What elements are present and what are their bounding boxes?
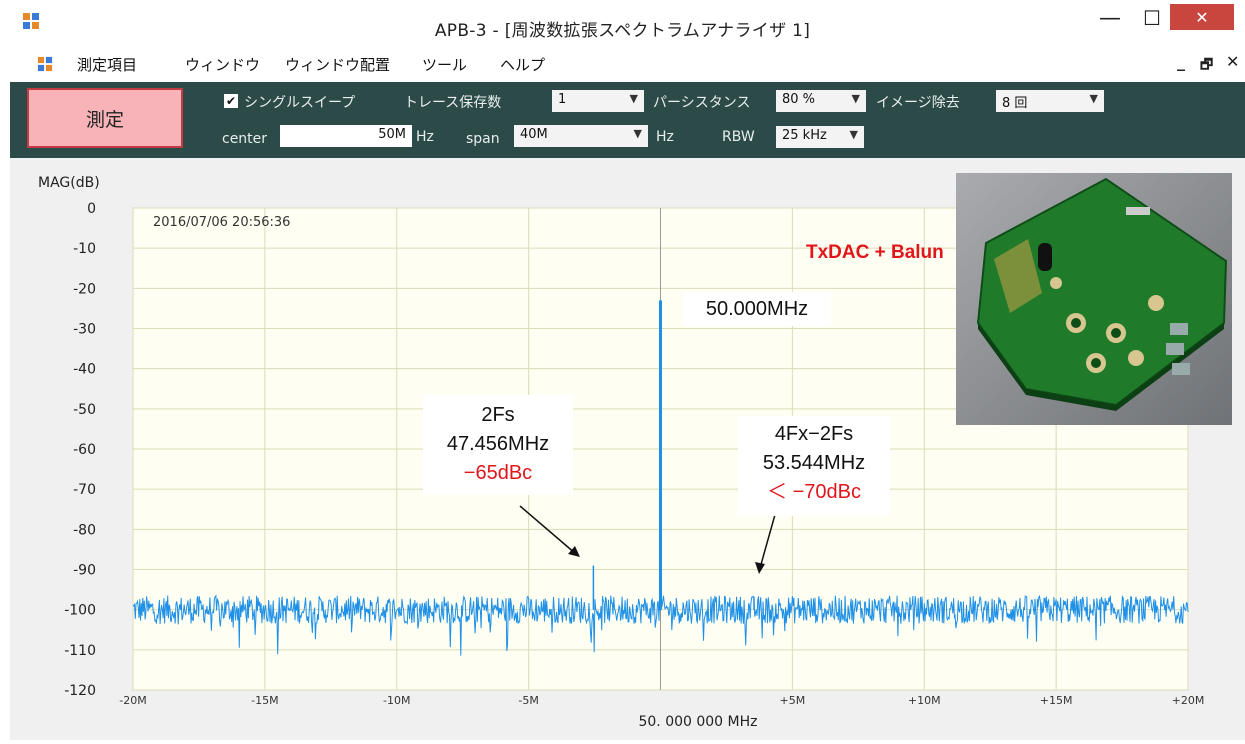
trace-save-label: トレース保存数 [404,95,502,111]
chevron-down-icon: ▼ [849,128,858,141]
y-tick-label: -20 [73,281,96,297]
y-tick-label: -50 [73,402,96,418]
menu-tools[interactable]: ツール [422,54,467,75]
maximize-button[interactable]: ☐ [1132,4,1172,32]
rbw-value: 25 kHz [782,128,827,143]
mdi-minimize-button[interactable]: _ [1177,52,1185,71]
timestamp-label: 2016/07/06 20:56:36 [153,215,290,230]
menu-help[interactable]: ヘルプ [500,54,545,75]
x-tick-label: +15M [1040,694,1073,707]
chevron-down-icon: ▼ [629,92,638,105]
center-input[interactable]: 50M [280,125,412,147]
x-tick-label: -15M [251,694,278,707]
span-value: 40M [520,127,548,142]
center-value: 50M [378,127,406,142]
trace-save-value: 1 [558,92,567,107]
single-sweep-checkbox[interactable]: ✔ [224,94,238,108]
spur2-level: ＜ −70dBc [767,481,861,503]
y-tick-label: -110 [64,643,96,659]
y-tick-label: -70 [73,482,96,498]
menu-window[interactable]: ウィンドウ [185,54,260,75]
span-label: span [466,131,500,147]
window-title: APB-3 - [周波数拡張スペクトラムアナライザ 1] [434,21,811,41]
y-tick-label: -30 [73,322,96,338]
persistence-select[interactable]: 80 % ▼ [776,90,866,112]
mdi-close-button[interactable]: ✕ [1226,52,1239,71]
y-tick-label: -100 [64,603,96,619]
image-reject-select[interactable]: 8 回 ▼ [996,90,1104,112]
spur2-name: 4Fx−2Fs [774,423,854,445]
x-tick-label: -5M [518,694,538,707]
image-reject-label: イメージ除去 [876,95,960,111]
spur1-level: −65dBc [463,462,533,484]
x-tick-label: -10M [383,694,410,707]
x-tick-label: +10M [908,694,941,707]
close-button[interactable]: ✕ [1170,4,1234,30]
chevron-down-icon: ▼ [851,92,860,105]
trace-save-select[interactable]: 1 ▼ [552,90,644,112]
spur1-annotation: 2Fs 47.456MHz −65dBc [423,395,573,495]
measurement-toolbar: 測定 ✔ シングルスイープ トレース保存数 1 ▼ パーシスタンス 80 % ▼… [10,82,1245,158]
x-tick-label: +20M [1172,694,1205,707]
y-tick-label: -80 [73,522,96,538]
carrier-annotation: 50.000MHz [683,292,831,326]
title-bar: APB-3 - [周波数拡張スペクトラムアナライザ 1] — ☐ ✕ [0,0,1245,46]
minimize-button[interactable]: — [1090,4,1130,32]
x-axis-label: 50. 000 000 MHz [638,714,757,730]
image-reject-value: 8 回 [1002,96,1028,111]
y-axis-label: MAG(dB) [38,175,100,191]
center-label: center [222,131,268,147]
spur2-annotation: 4Fx−2Fs 53.544MHz ＜ −70dBc [738,416,890,516]
y-tick-label: -90 [73,563,96,579]
y-tick-labels: 0 -10 -20 -30 -40 -50 -60 -70 -80 -90 -100 -110 -120 [64,201,96,699]
persistence-value: 80 % [782,92,816,107]
y-tick-label: 0 [87,201,96,217]
persistence-label: パーシスタンス [653,95,751,111]
y-tick-label: -60 [73,442,96,458]
x-tick-labels: -20M -15M -10M -5M +5M +10M +15M +20M [119,694,1204,707]
center-unit: Hz [416,129,434,145]
rbw-select[interactable]: 25 kHz ▼ [776,126,864,148]
rbw-label: RBW [722,129,755,145]
app-window: APB-3 - [周波数拡張スペクトラムアナライザ 1] — ☐ ✕ 測定項目 … [0,0,1245,740]
board-photo [956,173,1232,425]
measure-button[interactable]: 測定 [27,88,183,148]
menu-measure-items[interactable]: 測定項目 [77,54,137,75]
single-sweep-label: シングルスイープ [244,95,356,111]
span-select[interactable]: 40M ▼ [514,125,648,147]
menu-bar: 測定項目 ウィンドウ ウィンドウ配置 ツール ヘルプ _ 🗗 ✕ [0,46,1245,80]
spur2-freq: 53.544MHz [762,452,866,474]
menu-window-layout[interactable]: ウィンドウ配置 [285,54,390,75]
y-tick-label: -40 [73,362,96,378]
y-tick-label: -10 [73,241,96,257]
x-tick-label: +5M [780,694,806,707]
board-label: TxDAC + Balun [806,242,944,263]
mdi-app-icon[interactable] [37,56,53,72]
spur1-freq: 47.456MHz [446,433,550,455]
chevron-down-icon: ▼ [1089,92,1098,105]
y-tick-label: -120 [64,683,96,699]
span-unit: Hz [656,129,674,145]
pcb-image [956,173,1232,425]
spur1-name: 2Fs [481,404,515,426]
mdi-restore-button[interactable]: 🗗 [1200,54,1213,78]
chevron-down-icon: ▼ [633,127,642,140]
x-tick-label: -20M [119,694,146,707]
